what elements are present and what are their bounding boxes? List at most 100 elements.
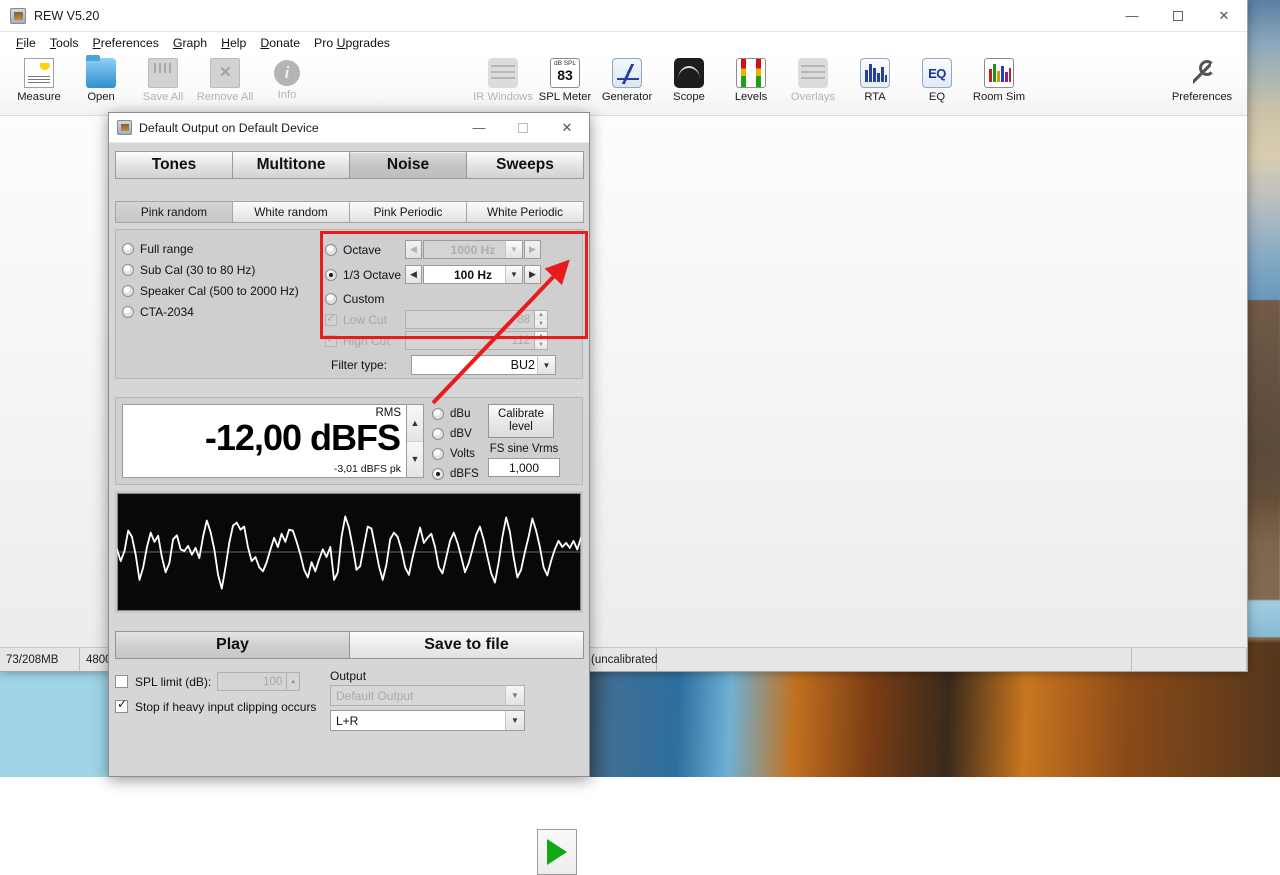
level-increase-button[interactable]: ▲ — [407, 405, 423, 442]
tab-noise[interactable]: Noise — [349, 151, 467, 179]
noise-settings-panel: Full range Sub Cal (30 to 80 Hz) Speaker… — [115, 229, 583, 379]
third-octave-freq-next-button[interactable]: ▶ — [524, 265, 541, 284]
dialog-minimize-icon[interactable]: — — [457, 113, 501, 143]
toolbar-preferences-button[interactable]: Preferences — [1165, 58, 1239, 103]
tab-white-periodic[interactable]: White Periodic — [466, 201, 584, 223]
level-stepper[interactable]: ▲ ▼ — [407, 404, 424, 478]
tab-pink-periodic[interactable]: Pink Periodic — [349, 201, 467, 223]
radio-indicator — [432, 428, 444, 440]
toolbar-open-button[interactable]: Open — [70, 58, 132, 103]
tab-multitone[interactable]: Multitone — [232, 151, 350, 179]
radio-volts[interactable]: Volts — [432, 444, 484, 464]
toolbar-spl-meter-button[interactable]: dB SPL 83 SPL Meter — [534, 58, 596, 103]
calibrate-line2: level — [509, 421, 533, 434]
radio-dbfs[interactable]: dBFS — [432, 464, 484, 484]
menu-item-graph[interactable]: Graph — [167, 34, 213, 52]
filter-type-combo[interactable]: BU2 ▼ — [411, 355, 556, 375]
toolbar-rta-label: RTA — [864, 91, 885, 103]
stop-clipping-row[interactable]: Stop if heavy input clipping occurs — [115, 694, 330, 719]
fs-sine-vrms-input[interactable]: 1,000 — [488, 458, 560, 477]
output-level-panel: RMS -12,00 dBFS -3,01 dBFS pk ▲ ▼ dBu dB… — [115, 397, 583, 485]
dialog-maximize-icon[interactable] — [501, 113, 545, 143]
toolbar-generator-button[interactable]: Generator — [596, 58, 658, 103]
chevron-down-icon[interactable]: ▼ — [537, 356, 555, 374]
play-button[interactable]: Play — [115, 631, 350, 659]
levels-icon — [736, 58, 766, 88]
menu-item-help[interactable]: Help — [215, 34, 252, 52]
radio-dbfs-label: dBFS — [450, 468, 479, 480]
high-cut-stepper: ▲▼ — [535, 331, 548, 350]
check-icon — [325, 314, 337, 326]
checkbox-low-cut: Low Cut — [325, 313, 405, 327]
toolbar-eq-button[interactable]: EQ EQ — [906, 58, 968, 103]
level-unit-group: dBu dBV Volts dBFS — [424, 404, 484, 478]
generator-bottom-panel: SPL limit (dB): 100 ▲ Stop if heavy inpu… — [115, 665, 583, 731]
toolbar-scope-button[interactable]: Scope — [658, 58, 720, 103]
toolbar-generator-label: Generator — [602, 91, 652, 103]
spl-limit-checkbox[interactable] — [115, 675, 128, 688]
radio-indicator — [432, 448, 444, 460]
menu-item-pro-upgrades[interactable]: Pro Upgrades — [308, 34, 396, 52]
menu-item-preferences[interactable]: Preferences — [87, 34, 165, 52]
peak-level-label: -3,01 dBFS pk — [334, 463, 401, 475]
tab-pink-random[interactable]: Pink random — [115, 201, 233, 223]
radio-custom[interactable]: Custom — [325, 288, 582, 309]
close-icon[interactable]: ✕ — [1201, 0, 1247, 32]
level-readout: RMS -12,00 dBFS -3,01 dBFS pk — [122, 404, 407, 478]
dialog-close-icon[interactable]: ✕ — [545, 113, 589, 143]
toolbar-room-sim-button[interactable]: Room Sim — [968, 58, 1030, 103]
toolbar-rta-button[interactable]: RTA — [844, 58, 906, 103]
stop-clipping-checkbox[interactable] — [115, 700, 128, 713]
level-decrease-button[interactable]: ▼ — [407, 442, 423, 478]
menu-item-tools[interactable]: Tools — [44, 34, 85, 52]
radio-dbu[interactable]: dBu — [432, 404, 484, 424]
octave-freq-prev-button: ◀ — [405, 240, 422, 259]
scope-icon — [674, 58, 704, 88]
output-channel-combo[interactable]: L+R ▼ — [330, 710, 525, 731]
maximize-icon[interactable] — [1155, 0, 1201, 32]
spl-value-label: 83 — [551, 67, 579, 83]
calibrate-level-button[interactable]: Calibrate level — [488, 404, 554, 438]
save-all-icon — [148, 58, 178, 88]
noise-waveform-preview — [115, 491, 583, 613]
tab-white-random[interactable]: White random — [232, 201, 350, 223]
toolbar-ir-windows-button: IR Windows — [472, 58, 534, 103]
check-icon — [325, 335, 337, 347]
radio-indicator — [122, 306, 134, 318]
toolbar-left-group: Measure Open Save All Remove All i Info — [8, 58, 318, 103]
save-to-file-button[interactable]: Save to file — [349, 631, 584, 659]
radio-sub-cal[interactable]: Sub Cal (30 to 80 Hz) — [122, 259, 321, 280]
toolbar-save-all-label: Save All — [143, 91, 183, 103]
fs-sine-vrms-label: FS sine Vrms — [488, 443, 560, 455]
remove-all-icon — [210, 58, 240, 88]
radio-speaker-cal[interactable]: Speaker Cal (500 to 2000 Hz) — [122, 280, 321, 301]
toolbar-levels-label: Levels — [735, 91, 767, 103]
toolbar-measure-button[interactable]: Measure — [8, 58, 70, 103]
tab-sweeps[interactable]: Sweeps — [466, 151, 584, 179]
radio-octave[interactable]: Octave — [325, 243, 405, 257]
chevron-down-icon[interactable]: ▼ — [505, 711, 524, 730]
minimize-icon[interactable]: — — [1109, 0, 1155, 32]
room-sim-icon — [984, 58, 1014, 88]
radio-full-range-label: Full range — [140, 242, 193, 256]
menu-item-file[interactable]: File — [10, 34, 42, 52]
toolbar-overlays-label: Overlays — [791, 91, 835, 103]
radio-cta-2034-label: CTA-2034 — [140, 305, 194, 319]
radio-dbv[interactable]: dBV — [432, 424, 484, 444]
radio-full-range[interactable]: Full range — [122, 238, 321, 259]
third-octave-freq-prev-button[interactable]: ◀ — [405, 265, 422, 284]
tab-tones[interactable]: Tones — [115, 151, 233, 179]
java-app-icon — [117, 120, 132, 135]
radio-third-octave-label: 1/3 Octave — [343, 268, 401, 282]
generator-go-button[interactable] — [537, 829, 577, 875]
radio-third-octave[interactable]: 1/3 Octave — [325, 268, 405, 282]
spl-meter-icon: dB SPL 83 — [550, 58, 580, 88]
menu-item-donate[interactable]: Donate — [254, 34, 306, 52]
toolbar-open-label: Open — [87, 91, 114, 103]
radio-cta-2034[interactable]: CTA-2034 — [122, 301, 321, 322]
third-octave-freq-combo[interactable]: 100 Hz ▼ — [423, 265, 523, 284]
toolbar-levels-button[interactable]: Levels — [720, 58, 782, 103]
toolbar-info-button: i Info — [256, 58, 318, 103]
chevron-down-icon[interactable]: ▼ — [505, 266, 522, 283]
measure-icon — [24, 58, 54, 88]
